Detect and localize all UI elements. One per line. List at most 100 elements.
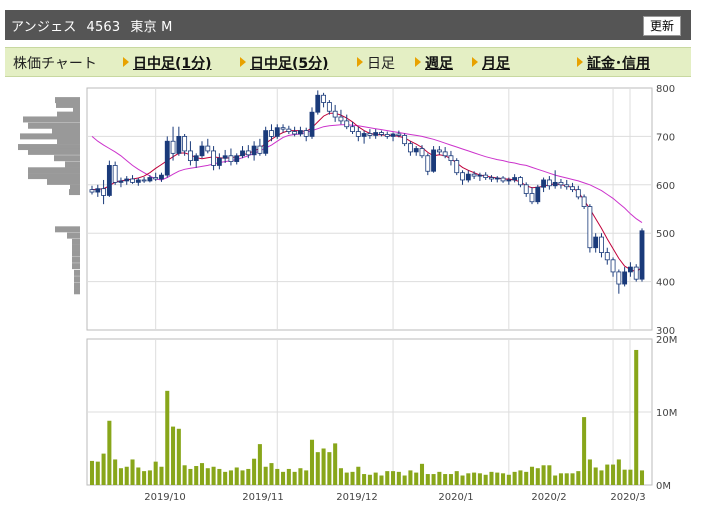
candle-body [604, 252, 610, 261]
candle-body [616, 271, 622, 285]
candle-body [633, 266, 639, 280]
volume-bar [95, 461, 100, 485]
volume-bar [136, 467, 141, 485]
volume-bar [553, 475, 558, 485]
candle-body [546, 179, 552, 187]
volume-bar [448, 474, 453, 485]
volume-bar [599, 470, 604, 485]
candle-body [303, 130, 309, 137]
volume-bar [385, 471, 390, 485]
candle-body [222, 155, 228, 159]
volume-bar [634, 349, 639, 485]
price-tick-label: 700 [656, 132, 675, 143]
volume-bar [535, 468, 540, 485]
volume-profile-bar [23, 116, 80, 123]
candle-body [164, 140, 170, 176]
volume-bar [628, 469, 633, 485]
volume-bar [171, 426, 176, 485]
volume-profile-bar [28, 173, 80, 180]
month-label: 2020/1 [438, 492, 473, 503]
volume-bar [379, 475, 384, 485]
volume-bar [130, 459, 135, 485]
candle-body [106, 165, 112, 196]
price-tick-label: 500 [656, 229, 675, 240]
volume-bar [286, 468, 291, 485]
volume-profile-bar [28, 148, 80, 155]
candle-body [483, 174, 489, 178]
candle-body [187, 150, 193, 161]
candle-body [627, 266, 633, 273]
candle-body [274, 127, 280, 137]
volume-bar [228, 470, 233, 485]
price-plot-frame [86, 87, 653, 331]
candle-body [471, 173, 477, 177]
candle-body [216, 157, 222, 166]
candle-body [361, 133, 367, 137]
volume-bar [616, 459, 621, 485]
volume-bar [217, 468, 222, 485]
volume-bar [362, 474, 367, 485]
volume-bar [292, 471, 297, 485]
volume-bar [113, 459, 118, 485]
volume-bar [182, 465, 187, 485]
volume-bar [593, 467, 598, 485]
candle-body [234, 155, 240, 162]
candle-body [251, 145, 257, 156]
volume-profile-bar [69, 189, 80, 196]
volume-bar [373, 472, 378, 485]
candle-body [182, 135, 188, 152]
volume-bar [605, 464, 610, 485]
volume-profile-bar [65, 161, 80, 168]
volume-bar [333, 443, 338, 485]
volume-profile-bar [74, 288, 80, 295]
candle-body [199, 145, 205, 157]
volume-bar [350, 471, 355, 485]
candle-body [512, 177, 518, 181]
volume-bar [576, 471, 581, 485]
price-tick-label: 800 [656, 84, 675, 95]
candle-body [321, 94, 327, 103]
candle-body [159, 174, 164, 180]
volume-bar [118, 468, 123, 485]
volume-bar [512, 471, 517, 485]
volume-bar [639, 470, 645, 485]
candle-body [141, 179, 147, 182]
volume-bar [223, 471, 228, 485]
candle-body [477, 174, 483, 177]
candle-body [89, 189, 95, 193]
candle-body [309, 111, 315, 137]
volume-bar [159, 466, 164, 485]
volume-bar [315, 452, 320, 485]
volume-bar [338, 468, 343, 485]
candle-body [489, 177, 494, 180]
volume-bar [402, 475, 407, 485]
volume-bar [263, 466, 268, 485]
volume-bar [425, 474, 430, 485]
candle-body [193, 155, 199, 161]
volume-tick-label: 20M [656, 335, 677, 346]
candle-body [315, 94, 321, 113]
volume-bar [107, 420, 112, 485]
candle-body [332, 110, 338, 118]
volume-bar [327, 452, 332, 485]
volume-bar [431, 474, 436, 485]
volume-bar [194, 466, 199, 485]
volume-bar [587, 459, 592, 485]
candle-body [402, 135, 408, 145]
volume-bar [304, 470, 309, 485]
volume-bar [396, 471, 401, 485]
candle-body [384, 134, 390, 137]
volume-bar [321, 448, 326, 485]
candle-body [564, 184, 570, 188]
candle-body [558, 181, 564, 186]
candle-body [176, 135, 182, 154]
volume-bar [495, 472, 500, 485]
candle-body [622, 271, 628, 285]
candle-body [344, 120, 350, 128]
candle-body [541, 179, 547, 188]
candle-body [523, 184, 529, 194]
volume-profile-bar [55, 226, 80, 233]
candle-body [390, 133, 396, 137]
volume-bar [356, 466, 361, 485]
candle-body [419, 148, 425, 157]
